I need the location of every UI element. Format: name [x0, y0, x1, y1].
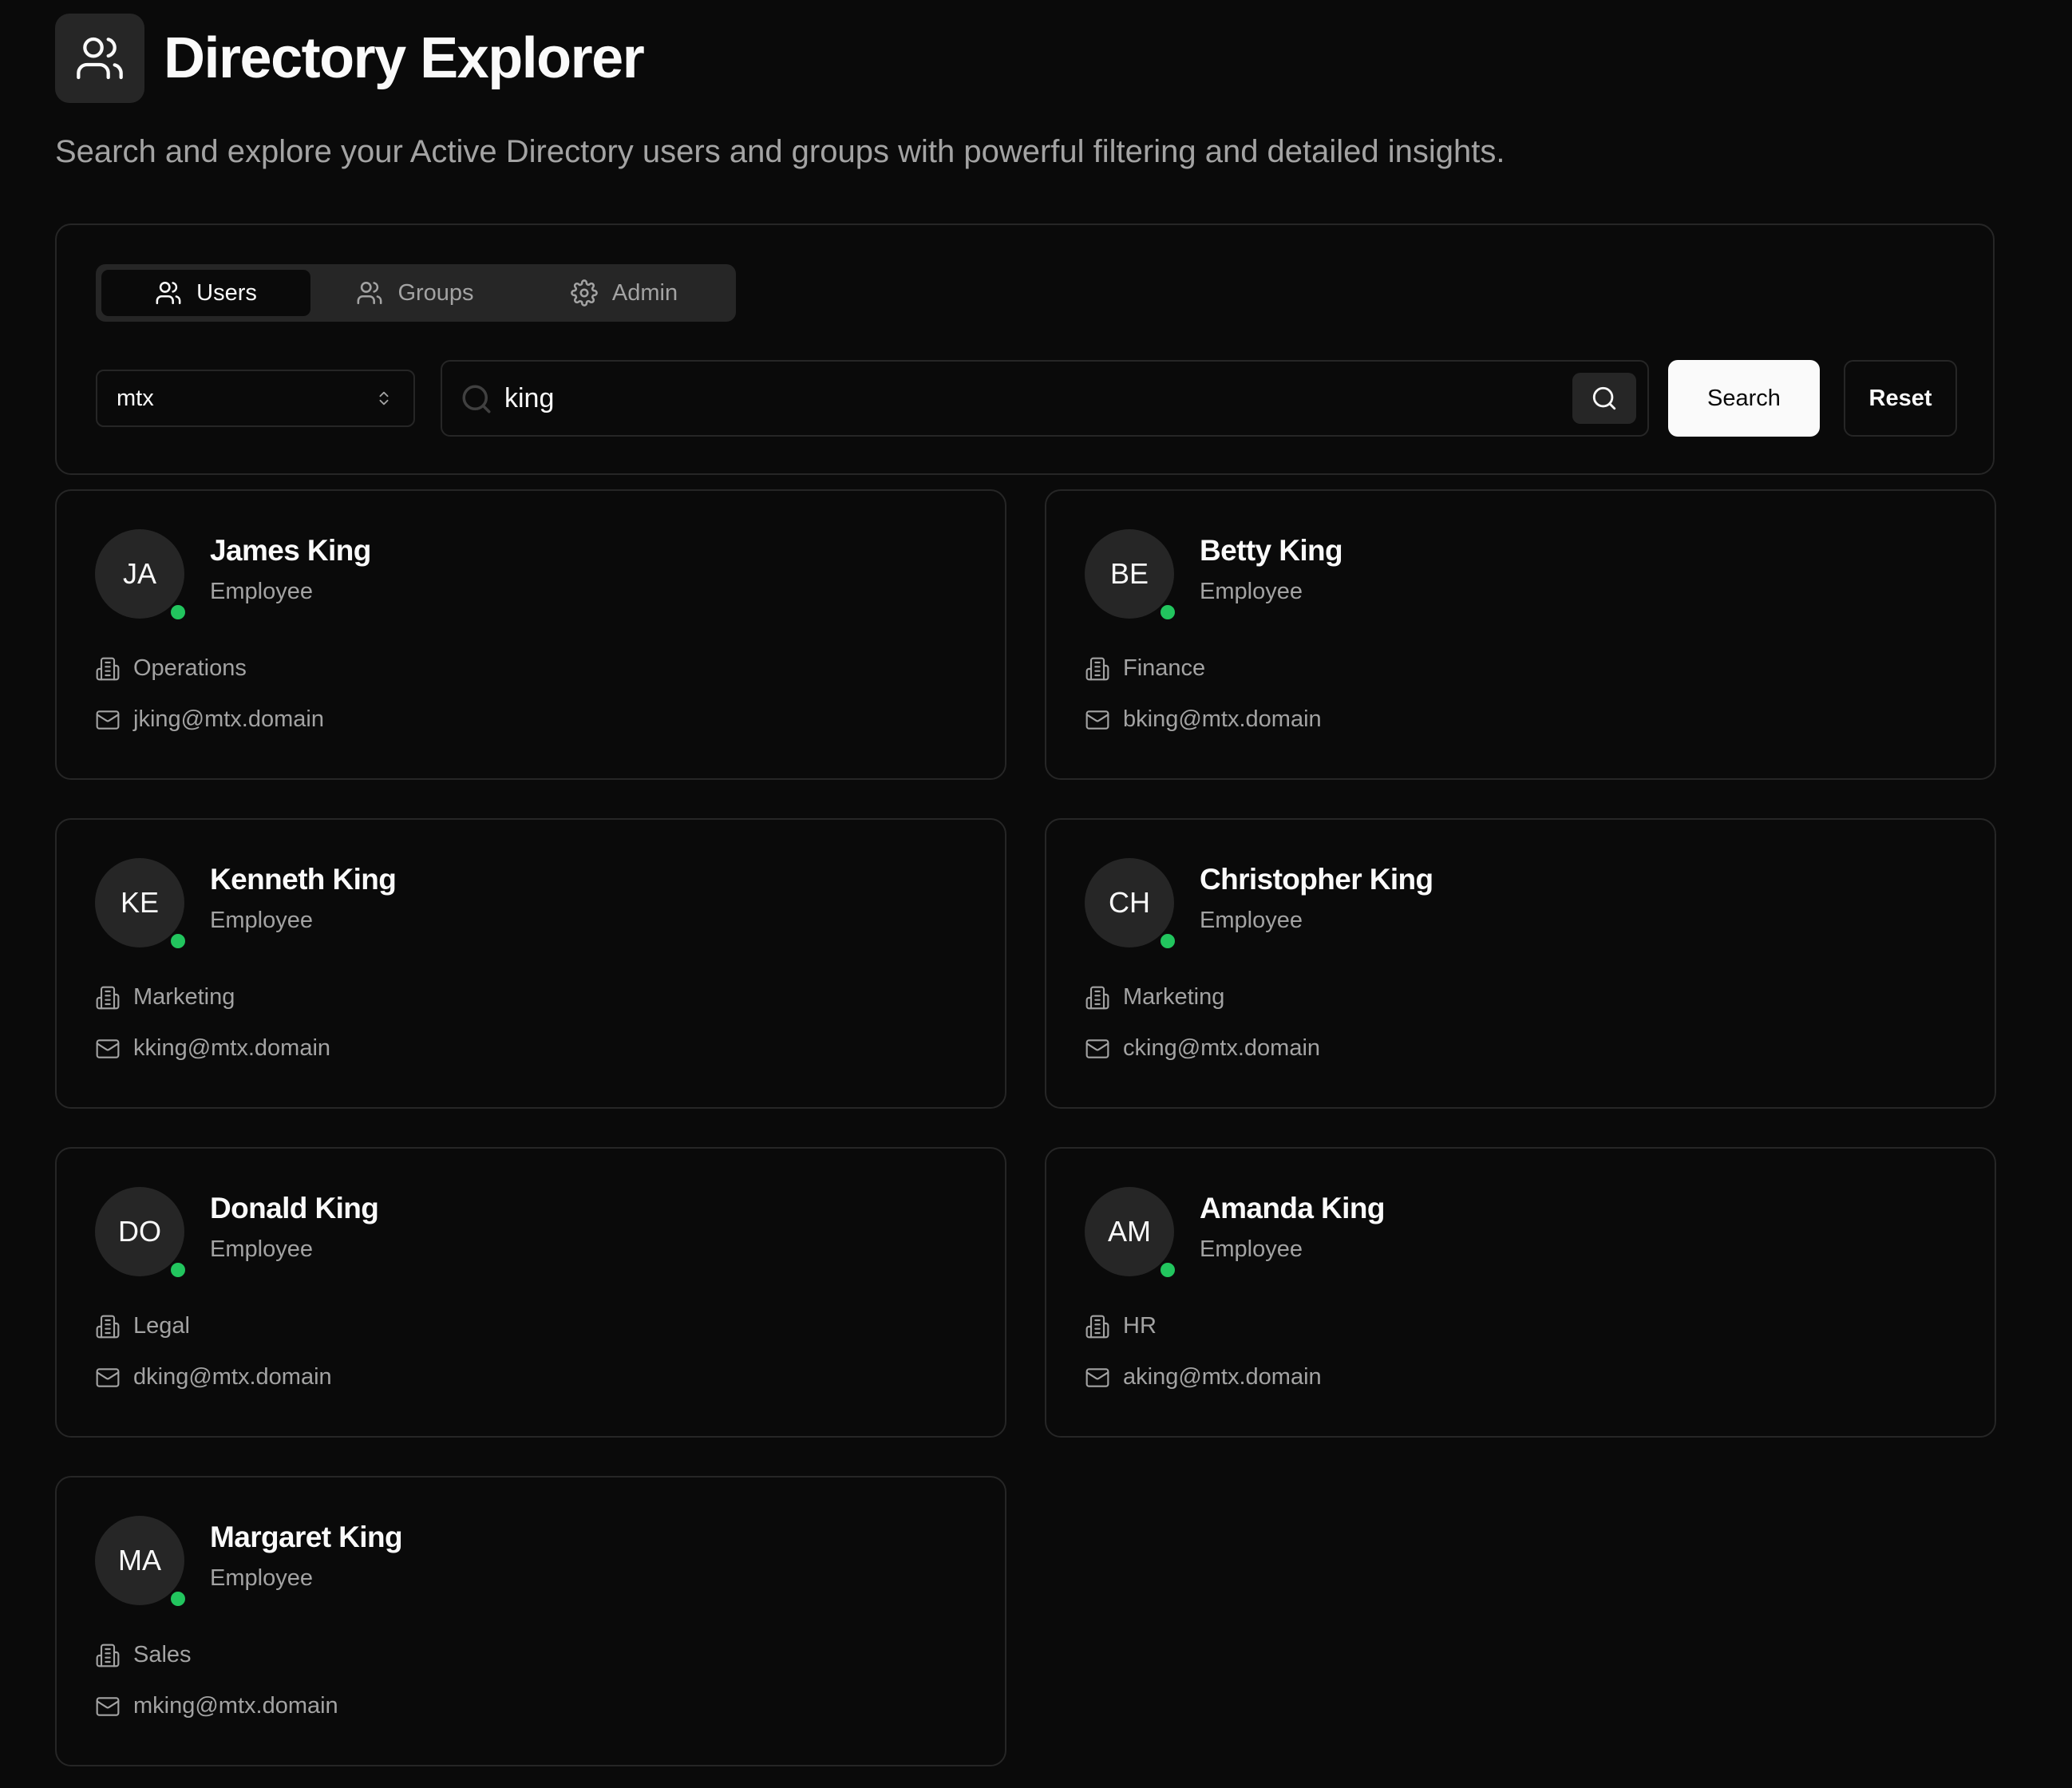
app-logo: [55, 14, 144, 103]
email-label: cking@mtx.domain: [1123, 1035, 1321, 1061]
tab-label: Groups: [397, 279, 474, 306]
search-input[interactable]: [504, 374, 1542, 422]
directory-explorer-page: Directory Explorer Search and explore yo…: [0, 0, 2072, 1788]
user-name: Amanda King: [1200, 1192, 1385, 1224]
view-tabs: Users Groups Admin: [96, 264, 736, 322]
department-row: Operations: [95, 655, 247, 682]
department-label: Legal: [133, 1313, 190, 1339]
mail-icon: [96, 710, 120, 730]
user-card[interactable]: CH Christopher King Employee Marketing c…: [1045, 818, 1996, 1109]
email-label: mking@mtx.domain: [133, 1693, 338, 1719]
building-icon: [1085, 1315, 1109, 1338]
building-icon: [96, 657, 120, 680]
email-label: aking@mtx.domain: [1123, 1364, 1322, 1390]
user-name: Margaret King: [210, 1521, 403, 1553]
department-row: HR: [1085, 1313, 1157, 1339]
email-row: dking@mtx.domain: [95, 1364, 332, 1390]
department-label: Operations: [133, 655, 247, 681]
search-icon-button[interactable]: [1572, 373, 1636, 424]
search-icon: [462, 385, 491, 413]
email-label: bking@mtx.domain: [1123, 706, 1322, 732]
domain-select-value: mtx: [117, 385, 154, 411]
page-title: Directory Explorer: [164, 26, 645, 90]
search-panel: Users Groups Admin mtx king Search Reset: [55, 224, 1995, 475]
building-icon: [96, 986, 120, 1009]
email-row: kking@mtx.domain: [95, 1035, 330, 1062]
email-row: bking@mtx.domain: [1085, 706, 1322, 733]
mail-icon: [96, 1038, 120, 1058]
user-card[interactable]: BE Betty King Employee Finance bking@mtx…: [1045, 489, 1996, 780]
building-icon: [96, 1315, 120, 1338]
department-label: Sales: [133, 1642, 192, 1667]
user-title: Employee: [210, 579, 313, 604]
user-card[interactable]: JA James King Employee Operations jking@…: [55, 489, 1006, 780]
domain-select[interactable]: mtx: [96, 370, 415, 427]
department-label: Marketing: [133, 984, 235, 1010]
department-label: Finance: [1123, 655, 1206, 681]
search-icon: [1592, 386, 1616, 410]
tab-label: Admin: [611, 279, 678, 306]
department-row: Legal: [95, 1313, 190, 1339]
user-card[interactable]: KE Kenneth King Employee Marketing kking…: [55, 818, 1006, 1109]
search-field: [441, 360, 1649, 437]
user-title: Employee: [1200, 908, 1303, 933]
user-name: Kenneth King: [210, 863, 397, 896]
users-icon: [357, 281, 382, 305]
mail-icon: [1085, 1367, 1109, 1387]
online-status-indicator: [168, 1260, 188, 1280]
building-icon: [1085, 986, 1109, 1009]
mail-icon: [96, 1696, 120, 1716]
building-icon: [96, 1644, 120, 1667]
tab-users[interactable]: Users: [101, 270, 310, 316]
online-status-indicator: [168, 603, 188, 622]
user-name: Donald King: [210, 1192, 379, 1224]
email-label: jking@mtx.domain: [133, 706, 324, 732]
user-card[interactable]: AM Amanda King Employee HR aking@mtx.dom…: [1045, 1147, 1996, 1438]
reset-button[interactable]: Reset: [1844, 360, 1957, 437]
user-title: Employee: [210, 1565, 313, 1591]
tab-groups[interactable]: Groups: [310, 270, 520, 316]
department-label: HR: [1123, 1313, 1157, 1339]
user-card[interactable]: MA Margaret King Employee Sales mking@mt…: [55, 1476, 1006, 1766]
online-status-indicator: [168, 1589, 188, 1608]
department-label: Marketing: [1123, 984, 1225, 1010]
email-label: kking@mtx.domain: [133, 1035, 331, 1061]
user-title: Employee: [1200, 1236, 1303, 1262]
department-row: Finance: [1085, 655, 1205, 682]
user-name: Betty King: [1200, 534, 1343, 567]
building-icon: [1085, 657, 1109, 680]
users-icon: [77, 37, 123, 80]
chevron-up-down-icon: [379, 391, 389, 405]
mail-icon: [1085, 710, 1109, 730]
mail-icon: [96, 1367, 120, 1387]
tab-label: Users: [196, 279, 257, 306]
user-name: Christopher King: [1200, 863, 1433, 896]
gear-icon: [571, 279, 598, 307]
department-row: Sales: [95, 1642, 192, 1668]
page-subtitle: Search and explore your Active Directory…: [55, 134, 1505, 169]
online-status-indicator: [1158, 603, 1177, 622]
online-status-indicator: [168, 932, 188, 951]
online-status-indicator: [1158, 932, 1177, 951]
user-title: Employee: [1200, 579, 1303, 604]
email-row: mking@mtx.domain: [95, 1693, 338, 1719]
department-row: Marketing: [95, 984, 235, 1011]
user-card[interactable]: DO Donald King Employee Legal dking@mtx.…: [55, 1147, 1006, 1438]
email-label: dking@mtx.domain: [133, 1364, 332, 1390]
email-row: aking@mtx.domain: [1085, 1364, 1322, 1390]
department-row: Marketing: [1085, 984, 1224, 1011]
online-status-indicator: [1158, 1260, 1177, 1280]
users-icon: [156, 281, 181, 305]
user-title: Employee: [210, 908, 313, 933]
email-row: jking@mtx.domain: [95, 706, 324, 733]
search-button[interactable]: Search: [1668, 360, 1820, 437]
user-name: James King: [210, 534, 371, 567]
email-row: cking@mtx.domain: [1085, 1035, 1320, 1062]
mail-icon: [1085, 1038, 1109, 1058]
tab-admin[interactable]: Admin: [520, 270, 729, 316]
user-title: Employee: [210, 1236, 313, 1262]
